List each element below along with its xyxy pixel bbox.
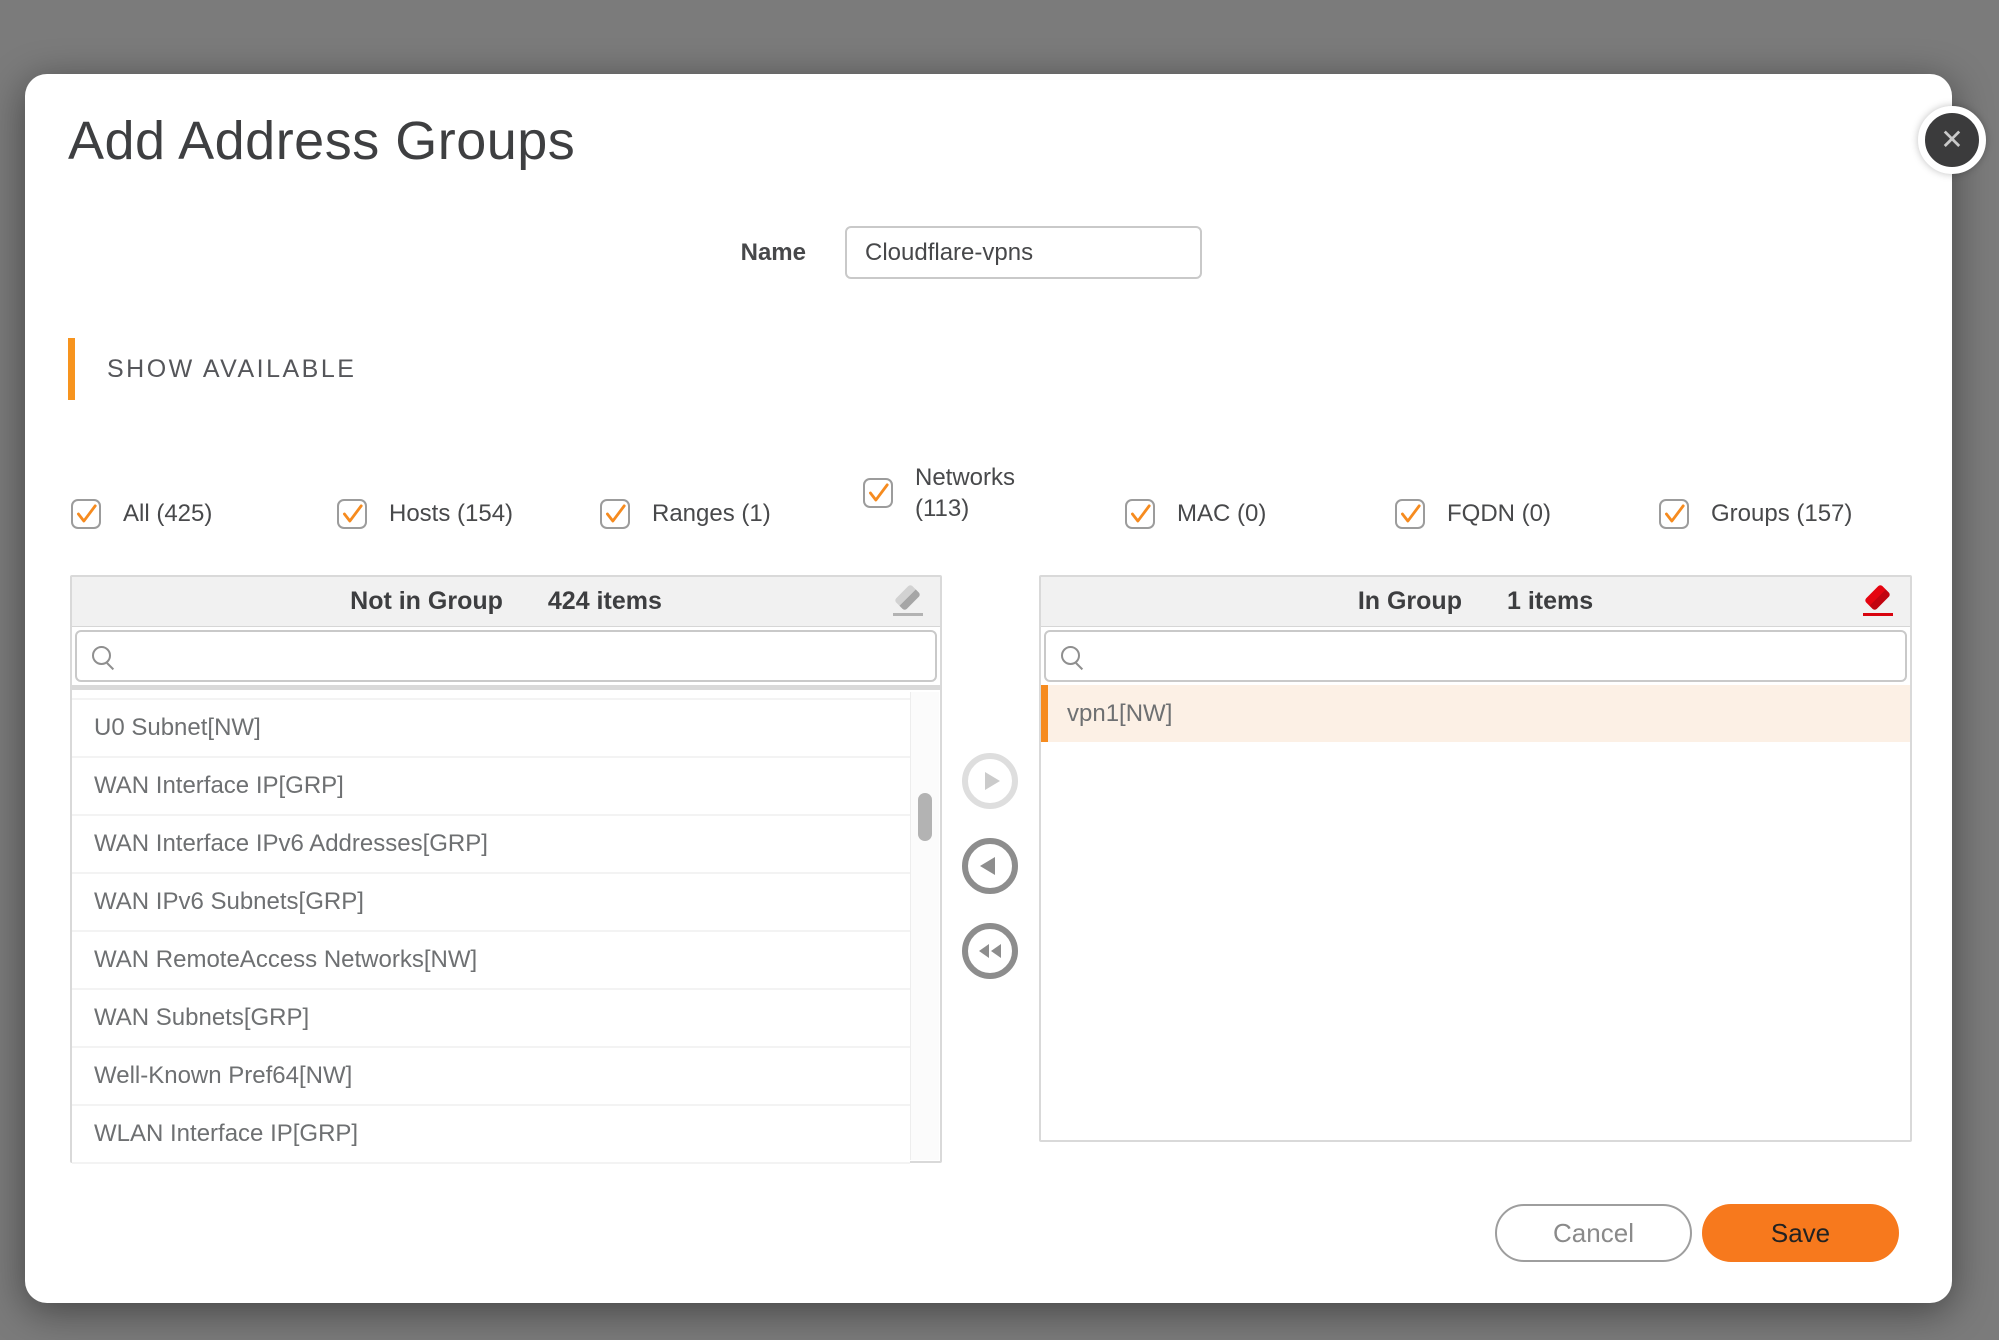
cancel-button[interactable]: Cancel xyxy=(1495,1204,1692,1262)
save-label: Save xyxy=(1771,1218,1830,1249)
modal-backdrop: { "dialog": { "title": "Add Address Grou… xyxy=(0,0,1999,1340)
check-icon xyxy=(339,501,365,527)
list-item-label: vpn1[NW] xyxy=(1067,700,1172,727)
not-in-group-list: U0 Subnet[NW] WAN Interface IP[GRP] WAN … xyxy=(72,690,910,1164)
filter-mac: MAC (0) xyxy=(1125,498,1266,529)
section-header: SHOW AVAILABLE xyxy=(107,338,356,400)
checkbox-all[interactable] xyxy=(71,499,101,529)
check-icon xyxy=(1661,501,1687,527)
list-item-label: WLAN Interface IP[GRP] xyxy=(94,1120,358,1147)
not-in-group-search xyxy=(75,630,937,682)
list-item-label: WAN Subnets[GRP] xyxy=(94,1004,309,1031)
panel-title: In Group xyxy=(1358,587,1462,616)
not-in-group-panel: Not in Group 424 items U0 Subnet[NW] WAN… xyxy=(70,575,942,1163)
not-in-group-header: Not in Group 424 items xyxy=(72,577,940,627)
search-icon xyxy=(91,645,117,671)
checkbox-fqdn[interactable] xyxy=(1395,499,1425,529)
list-item[interactable]: WAN Subnets[GRP] xyxy=(72,990,910,1048)
panel-count: 424 items xyxy=(548,587,662,616)
in-group-panel: In Group 1 items vpn1[NW] xyxy=(1039,575,1912,1142)
arrow-right-icon xyxy=(977,768,1003,794)
filter-ranges: Ranges (1) xyxy=(600,498,771,529)
section-accent-bar xyxy=(68,338,75,400)
partial-row xyxy=(72,690,910,700)
page-title: Add Address Groups xyxy=(68,110,575,172)
checkbox-hosts[interactable] xyxy=(337,499,367,529)
save-button[interactable]: Save xyxy=(1702,1204,1899,1262)
filter-groups: Groups (157) xyxy=(1659,498,1852,529)
search-icon xyxy=(1060,645,1086,671)
name-field[interactable] xyxy=(845,226,1202,279)
list-item[interactable]: WAN Interface IP[GRP] xyxy=(72,758,910,816)
list-item[interactable]: WLAN Interface IP[GRP] xyxy=(72,1106,910,1164)
list-item[interactable]: Well-Known Pref64[NW] xyxy=(72,1048,910,1106)
filter-label: All (425) xyxy=(123,498,212,529)
filter-hosts: Hosts (154) xyxy=(337,498,513,529)
list-item-label: U0 Subnet[NW] xyxy=(94,714,261,741)
list-item-label: WAN IPv6 Subnets[GRP] xyxy=(94,888,364,915)
remove-all-icon[interactable] xyxy=(1860,585,1896,619)
clear-selection-icon[interactable] xyxy=(890,585,926,619)
double-arrow-left-icon xyxy=(976,938,1004,964)
list-item-label: WAN Interface IPv6 Addresses[GRP] xyxy=(94,830,488,857)
filter-label: MAC (0) xyxy=(1177,498,1266,529)
check-icon xyxy=(602,501,628,527)
filter-all: All (425) xyxy=(71,498,212,529)
move-left-button[interactable] xyxy=(962,838,1018,894)
in-group-list: vpn1[NW] xyxy=(1041,685,1910,742)
selected-list-item[interactable]: vpn1[NW] xyxy=(1041,685,1910,742)
list-item[interactable]: WAN IPv6 Subnets[GRP] xyxy=(72,874,910,932)
list-item[interactable]: U0 Subnet[NW] xyxy=(72,700,910,758)
selection-indicator xyxy=(1041,685,1048,742)
checkbox-networks[interactable] xyxy=(863,478,893,508)
filter-fqdn: FQDN (0) xyxy=(1395,498,1551,529)
cancel-label: Cancel xyxy=(1553,1218,1634,1249)
filter-networks: Networks (113) xyxy=(863,462,1031,524)
filter-label: Ranges (1) xyxy=(652,498,771,529)
add-address-groups-dialog: Add Address Groups ✕ Name SHOW AVAILABLE… xyxy=(25,74,1952,1303)
filter-label: Hosts (154) xyxy=(389,498,513,529)
panel-title: Not in Group xyxy=(350,587,503,616)
list-item[interactable]: WAN Interface IPv6 Addresses[GRP] xyxy=(72,816,910,874)
search-input[interactable] xyxy=(1094,632,1901,680)
filter-label: Networks (113) xyxy=(915,462,1031,524)
checkbox-ranges[interactable] xyxy=(600,499,630,529)
list-item-label: WAN RemoteAccess Networks[NW] xyxy=(94,946,477,973)
name-label: Name xyxy=(700,226,806,279)
checkbox-mac[interactable] xyxy=(1125,499,1155,529)
scrollbar-track[interactable] xyxy=(910,692,939,1160)
check-icon xyxy=(865,480,891,506)
in-group-header: In Group 1 items xyxy=(1041,577,1910,627)
checkbox-groups[interactable] xyxy=(1659,499,1689,529)
check-icon xyxy=(1397,501,1423,527)
check-icon xyxy=(73,501,99,527)
move-right-button[interactable] xyxy=(962,753,1018,809)
filter-label: Groups (157) xyxy=(1711,498,1852,529)
search-input[interactable] xyxy=(125,632,931,680)
check-icon xyxy=(1127,501,1153,527)
filter-label: FQDN (0) xyxy=(1447,498,1551,529)
scrollbar-thumb[interactable] xyxy=(918,793,932,841)
move-all-left-button[interactable] xyxy=(962,923,1018,979)
panel-count: 1 items xyxy=(1507,587,1593,616)
arrow-left-icon xyxy=(977,853,1003,879)
list-item[interactable]: WAN RemoteAccess Networks[NW] xyxy=(72,932,910,990)
close-button[interactable]: ✕ xyxy=(1918,106,1986,174)
list-item-label: Well-Known Pref64[NW] xyxy=(94,1062,352,1089)
list-item-label: WAN Interface IP[GRP] xyxy=(94,772,344,799)
close-icon: ✕ xyxy=(1940,126,1963,154)
in-group-search xyxy=(1044,630,1907,682)
